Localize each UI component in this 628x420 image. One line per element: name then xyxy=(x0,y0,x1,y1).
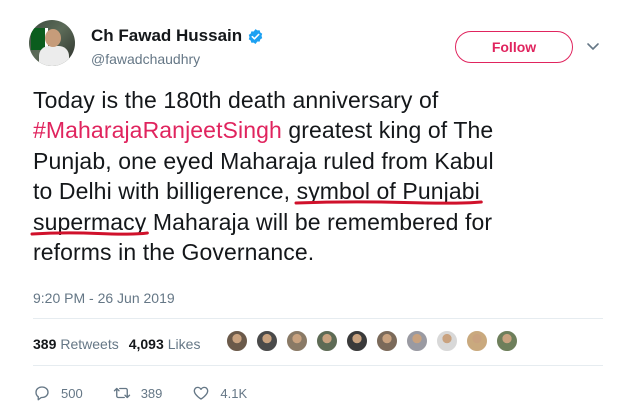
tweet-text-segment: to Delhi with billigerence, xyxy=(33,178,297,205)
reply-count: 500 xyxy=(61,385,83,401)
tweet-line: Punjab, one eyed Maharaja ruled from Kab… xyxy=(33,146,603,176)
retweets-stat[interactable]: 389 Retweets xyxy=(33,336,119,352)
tweet-line: supermacy Maharaja will be remembered fo… xyxy=(33,207,603,237)
heart-icon xyxy=(194,386,209,400)
tweet-text-segment: Maharaja will be remembered for xyxy=(146,208,493,235)
liker-avatar[interactable] xyxy=(466,330,488,352)
reply-button[interactable]: 500 xyxy=(33,384,83,402)
author-handle[interactable]: @fawadchaudhry xyxy=(91,51,200,67)
tweet-stats: 389 Retweets 4,093 Likes xyxy=(33,336,200,352)
divider xyxy=(33,365,603,366)
likes-count: 4,093 xyxy=(128,336,164,352)
tweet-line: reforms in the Governance. xyxy=(33,237,603,267)
liker-avatars[interactable] xyxy=(226,330,526,352)
retweet-button[interactable]: 389 xyxy=(113,384,163,402)
author-name-row[interactable]: Ch Fawad Hussain xyxy=(91,26,264,46)
avatar-face xyxy=(45,29,61,47)
liker-avatar[interactable] xyxy=(376,330,398,352)
divider xyxy=(33,318,603,319)
likes-stat[interactable]: 4,093 Likes xyxy=(129,336,201,352)
tweet-timestamp[interactable]: 9:20 PM - 26 Jun 2019 xyxy=(33,290,175,306)
avatar[interactable] xyxy=(29,20,75,66)
avatar-shirt xyxy=(39,46,69,66)
like-count: 4.1K xyxy=(220,385,248,401)
tweet-line: #MaharajaRanjeetSingh greatest king of T… xyxy=(33,115,603,145)
tweet-text: Today is the 180th death anniversary of #… xyxy=(30,85,603,267)
liker-avatar[interactable] xyxy=(316,330,338,352)
annotated-text: symbol of Punjabi xyxy=(296,178,480,205)
tweet-text-segment: reforms in the Governance. xyxy=(33,239,315,266)
tweet-text-segment: Today is the 180th death anniversary of xyxy=(33,87,439,113)
likes-label: Likes xyxy=(167,336,201,352)
hashtag-link[interactable]: #MaharajaRanjeetSingh xyxy=(33,117,282,143)
liker-avatar[interactable] xyxy=(406,330,428,352)
tweet-text-segment: greatest king of The xyxy=(281,117,494,144)
follow-button[interactable]: Follow xyxy=(455,31,573,63)
retweets-count: 389 xyxy=(33,336,57,352)
like-button[interactable]: 4.1K xyxy=(192,384,247,402)
tweet-line: to Delhi with billigerence, symbol of Pu… xyxy=(33,176,603,206)
liker-avatar[interactable] xyxy=(226,330,248,352)
author-display-name[interactable]: Ch Fawad Hussain xyxy=(91,26,242,46)
tweet-line: Today is the 180th death anniversary of xyxy=(33,85,603,115)
liker-avatar[interactable] xyxy=(496,330,518,352)
tweet-text-segment: Punjab, one eyed Maharaja ruled from Kab… xyxy=(33,147,494,174)
liker-avatar[interactable] xyxy=(436,330,458,352)
liker-avatar[interactable] xyxy=(346,330,368,352)
chevron-down-icon[interactable] xyxy=(585,40,601,54)
liker-avatar[interactable] xyxy=(256,330,278,352)
tweet-actions: 500 389 4.1K xyxy=(33,384,277,402)
retweet-icon xyxy=(113,387,130,399)
liker-avatar[interactable] xyxy=(286,330,308,352)
verified-badge-icon xyxy=(248,28,263,44)
annotated-text: supermacy xyxy=(33,208,147,235)
retweets-label: Retweets xyxy=(60,336,119,352)
reply-icon xyxy=(35,386,49,401)
retweet-count: 389 xyxy=(140,385,163,401)
